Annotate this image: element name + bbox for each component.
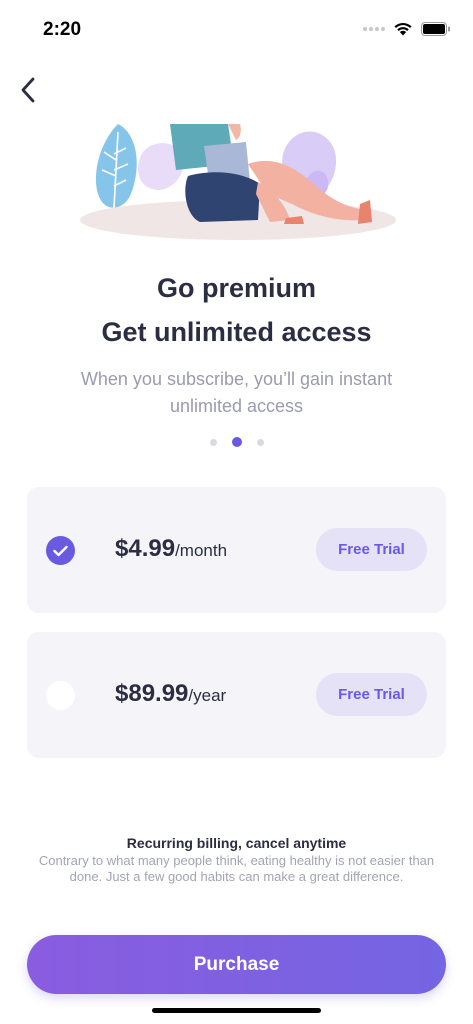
page-title: Go premium [156,273,317,303]
price-amount: $4.99 [115,535,176,562]
purchase-button[interactable]: Purchase [27,935,446,994]
hero-illustration [80,124,396,240]
cellular-signal-icon [363,26,385,31]
plan-card-monthly[interactable]: $4.99 /month Free Trial [27,487,446,613]
checkmark-icon [53,545,68,556]
description-text: When you subscribe, you’ll gain instant … [80,369,393,416]
price-period: /year [188,686,227,705]
page-subtitle-heading: Get unlimited access [101,317,372,347]
plan-radio-selected[interactable] [46,536,75,565]
home-indicator [152,1008,321,1013]
billing-title: Recurring billing, cancel anytime [126,835,347,851]
price-period: /month [175,541,228,560]
free-trial-button[interactable]: Free Trial [316,673,427,716]
plan-price: $4.99 /month [115,535,227,563]
plan-card-yearly[interactable]: $89.99 /year Free Trial [27,632,446,758]
status-bar: 2:20 [0,0,473,60]
free-trial-button[interactable]: Free Trial [316,528,427,571]
plan-radio[interactable] [46,681,75,710]
billing-description: Contrary to what many people think, eati… [38,853,435,884]
back-button[interactable] [10,72,46,108]
pagination-dot[interactable] [209,438,217,446]
chevron-left-icon [21,77,35,103]
pagination-dot-active[interactable] [231,437,242,447]
pagination-dots [0,437,473,447]
pagination-dot[interactable] [256,438,264,446]
plan-price: $89.99 /year [115,680,226,708]
wifi-icon [394,22,412,36]
status-time: 2:20 [43,19,82,40]
battery-icon [421,21,450,36]
price-amount: $89.99 [115,680,189,707]
status-icons [363,21,451,36]
